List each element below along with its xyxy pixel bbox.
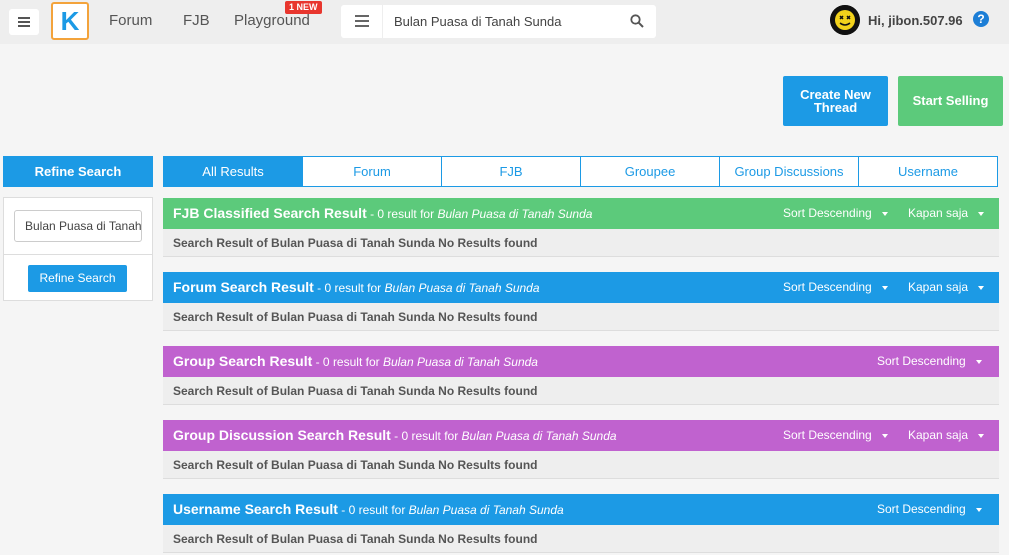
tab-groupee[interactable]: Groupee [581,156,720,187]
section-body: Search Result of Bulan Puasa di Tanah Su… [163,303,999,331]
section-header: Group Discussion Search Result - 0 resul… [163,420,999,451]
user-greeting[interactable]: Hi, jibon.507.96 [868,13,963,28]
start-selling-button[interactable]: Start Selling [898,76,1003,126]
refine-divider [4,254,152,255]
search-divider [382,5,383,38]
new-badge: 1 NEW [285,1,322,14]
tab-all-results[interactable]: All Results [163,156,303,187]
result-tabs: All Results Forum FJB Groupee Group Disc… [163,156,998,187]
username-result-section: Username Search Result - 0 result for Bu… [163,494,999,553]
group-result-section: Group Search Result - 0 result for Bulan… [163,346,999,405]
section-body: Search Result of Bulan Puasa di Tanah Su… [163,451,999,479]
nav-playground-link[interactable]: Playground [234,12,310,29]
caret-down-icon [975,359,982,364]
time-filter-dropdown[interactable]: Kapan saja [908,428,985,442]
section-body: Search Result of Bulan Puasa di Tanah Su… [163,525,999,553]
refine-search-panel: Bulan Puasa di Tanah Sunda Refine Search [3,197,153,301]
caret-down-icon [978,285,985,290]
hamburger-icon [18,17,30,27]
time-filter-dropdown[interactable]: Kapan saja [908,280,985,294]
section-title: Username Search Result - 0 result for Bu… [173,501,564,517]
refine-search-header: Refine Search [3,156,153,187]
sort-dropdown[interactable]: Sort Descending [877,354,982,368]
search-icon[interactable] [630,14,644,28]
smiley-avatar-icon [830,5,860,35]
section-header: Forum Search Result - 0 result for Bulan… [163,272,999,303]
section-body: Search Result of Bulan Puasa di Tanah Su… [163,229,999,257]
section-title: Forum Search Result - 0 result for Bulan… [173,279,540,295]
section-title: Group Discussion Search Result - 0 resul… [173,427,617,443]
nav-forum-link[interactable]: Forum [109,12,152,29]
top-navbar: K Forum FJB Playground 1 NEW Bulan Puasa… [0,0,1009,44]
search-category-menu-icon[interactable] [355,15,369,27]
sort-dropdown[interactable]: Sort Descending [783,206,888,220]
fjb-result-section: FJB Classified Search Result - 0 result … [163,198,999,257]
hamburger-menu-button[interactable] [9,9,39,35]
section-header: Group Search Result - 0 result for Bulan… [163,346,999,377]
kaskus-logo[interactable]: K [51,2,89,40]
section-body: Search Result of Bulan Puasa di Tanah Su… [163,377,999,405]
group-discussion-result-section: Group Discussion Search Result - 0 resul… [163,420,999,479]
tab-group-discussions[interactable]: Group Discussions [720,156,859,187]
nav-fjb-link[interactable]: FJB [183,12,210,29]
section-header: Username Search Result - 0 result for Bu… [163,494,999,525]
help-icon[interactable]: ? [973,11,989,27]
logo-letter: K [60,6,80,36]
tab-forum[interactable]: Forum [303,156,442,187]
time-filter-dropdown[interactable]: Kapan saja [908,206,985,220]
caret-down-icon [978,433,985,438]
section-header: FJB Classified Search Result - 0 result … [163,198,999,229]
caret-down-icon [978,211,985,216]
sort-dropdown[interactable]: Sort Descending [783,280,888,294]
caret-down-icon [881,433,888,438]
forum-result-section: Forum Search Result - 0 result for Bulan… [163,272,999,331]
refine-search-input[interactable]: Bulan Puasa di Tanah Sunda [14,210,142,242]
section-title: Group Search Result - 0 result for Bulan… [173,353,538,369]
caret-down-icon [975,507,982,512]
create-new-thread-button[interactable]: Create New Thread [783,76,888,126]
sort-dropdown[interactable]: Sort Descending [783,428,888,442]
sort-dropdown[interactable]: Sort Descending [877,502,982,516]
user-avatar[interactable] [830,5,860,35]
tab-fjb[interactable]: FJB [442,156,581,187]
caret-down-icon [881,211,888,216]
caret-down-icon [881,285,888,290]
refine-search-button[interactable]: Refine Search [28,265,127,292]
search-bar[interactable]: Bulan Puasa di Tanah Sunda [341,5,656,38]
tab-username[interactable]: Username [859,156,998,187]
search-input[interactable]: Bulan Puasa di Tanah Sunda [394,14,561,29]
section-title: FJB Classified Search Result - 0 result … [173,205,593,221]
